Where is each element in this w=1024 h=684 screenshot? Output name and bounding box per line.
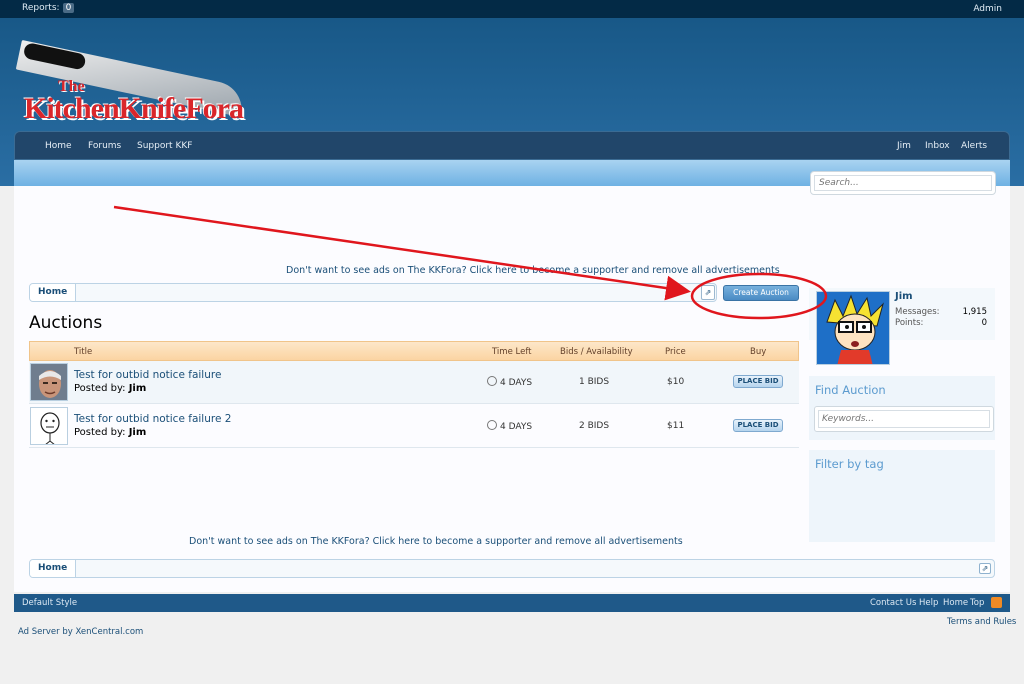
find-auction-title: Find Auction [815,383,886,397]
footer-contact-link[interactable]: Contact Us [870,598,916,608]
footer-help-link[interactable]: Help [919,598,938,608]
top-bar: Reports: 0 Admin [0,0,1024,18]
price: $11 [667,421,685,431]
nav-home[interactable]: Home [45,141,72,151]
points-label: Points: [895,318,924,328]
author-link[interactable]: Jim [129,383,147,394]
nav-inbox[interactable]: Inbox [925,141,950,151]
jump-menu-icon[interactable]: ⇗ [979,563,991,574]
reports-count-badge: 0 [62,3,75,13]
col-title: Title [74,347,93,357]
site-logo[interactable]: The KitchenKnifeFora [15,40,292,140]
footer-bar: Default Style Contact Us Help Home Top [14,594,1010,612]
keywords-input[interactable] [818,410,990,428]
nav-user-jim[interactable]: Jim [897,141,911,151]
clock-icon [487,420,497,430]
rss-icon[interactable] [991,597,1002,608]
nav-alerts[interactable]: Alerts [961,141,987,151]
search-input[interactable] [814,175,992,191]
author-link[interactable]: Jim [129,427,147,438]
col-buy: Buy [750,347,767,357]
footer-home-link[interactable]: Home [943,598,968,608]
posted-label: Posted by: [74,383,126,394]
col-price: Price [665,347,686,357]
auction-table-header: Title Time Left Bids / Availability Pric… [29,341,799,361]
messages-count: 1,915 [962,307,987,317]
price: $10 [667,377,685,387]
ad-removal-link-top[interactable]: Don't want to see ads on The KKFora? Cli… [286,265,780,276]
bid-count: 1 BIDS [579,377,610,387]
time-left-value: 4 DAYS [500,378,533,388]
messages-label: Messages: [895,307,940,317]
nav-forums[interactable]: Forums [88,141,121,151]
main-navbar: Home Forums Support KKF Jim Inbox Alerts [14,131,1010,160]
keywords-box [814,406,994,432]
points-count: 0 [981,318,987,328]
filter-tag-section: Filter by tag [809,450,995,542]
place-bid-button[interactable]: PLACE BID [733,375,783,388]
breadcrumb-bottom: Home ⇗ [29,559,995,578]
ad-server-link[interactable]: Ad Server by XenCentral.com [18,627,143,637]
reports-label: Reports: [22,3,60,13]
logo-main-text: KitchenKnifeFora [24,92,244,125]
auction-title-link[interactable]: Test for outbid notice failure [74,369,221,381]
avatar[interactable] [30,363,68,401]
col-bids: Bids / Availability [560,347,633,357]
jump-menu-icon[interactable]: ⇗ [701,285,715,300]
time-left-value: 4 DAYS [500,422,533,432]
breadcrumb-home[interactable]: Home [30,560,77,577]
search-box [810,171,996,195]
table-row: Test for outbid notice failure Posted by… [29,361,799,404]
posted-by: Posted by: Jim [74,383,146,394]
bid-count: 2 BIDS [579,421,610,431]
page-title: Auctions [29,313,103,333]
create-auction-button[interactable]: Create Auction [723,285,799,301]
breadcrumb-home[interactable]: Home [30,284,77,301]
auction-title-link[interactable]: Test for outbid notice failure 2 [74,413,231,425]
ad-removal-link-bottom[interactable]: Don't want to see ads on The KKFora? Cli… [189,536,683,547]
breadcrumb-top: Home [29,283,717,302]
filter-tag-title: Filter by tag [815,457,884,471]
table-row: Test for outbid notice failure 2 Posted … [29,405,799,448]
admin-link[interactable]: Admin [973,4,1002,14]
posted-label: Posted by: [74,427,126,438]
col-time-left: Time Left [492,347,532,357]
posted-by: Posted by: Jim [74,427,146,438]
footer-top-link[interactable]: Top [970,598,984,608]
visitor-name-link[interactable]: Jim [895,291,913,302]
clock-icon [487,376,497,386]
style-chooser-link[interactable]: Default Style [22,598,77,608]
terms-link[interactable]: Terms and Rules [947,617,1016,627]
time-left: 4 DAYS [487,376,532,388]
place-bid-button[interactable]: PLACE BID [733,419,783,432]
nav-support-kkf[interactable]: Support KKF [137,141,192,151]
time-left: 4 DAYS [487,420,532,432]
reports-link[interactable]: Reports: 0 [22,3,75,13]
avatar[interactable] [30,407,68,445]
visitor-avatar[interactable] [816,291,890,365]
